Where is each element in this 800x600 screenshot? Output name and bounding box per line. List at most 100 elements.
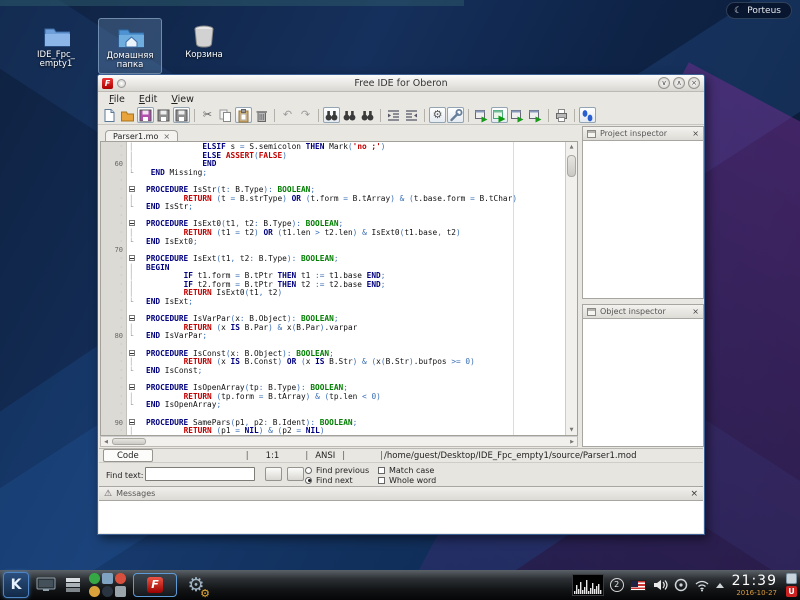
undo-button[interactable]: ↶ bbox=[279, 107, 296, 123]
fold-marker[interactable] bbox=[127, 384, 142, 393]
vertical-scroll-thumb[interactable] bbox=[567, 155, 576, 177]
trace-button-icon bbox=[580, 108, 595, 123]
find-text-input[interactable] bbox=[145, 467, 255, 481]
scroll-down-arrow-icon[interactable]: ▼ bbox=[566, 425, 577, 435]
print-button[interactable] bbox=[553, 107, 570, 123]
find-button-2[interactable] bbox=[287, 467, 304, 481]
find-next-option[interactable]: Find next bbox=[305, 475, 369, 485]
launcher-photo-icon[interactable] bbox=[115, 586, 126, 597]
system-tools-icon[interactable]: ⚙⚙ bbox=[183, 572, 209, 598]
editor-horizontal-scrollbar[interactable]: ◀ ▶ bbox=[100, 436, 578, 447]
system-monitor-graph[interactable] bbox=[572, 574, 604, 596]
step-button[interactable] bbox=[527, 107, 544, 123]
launcher-browser-icon[interactable] bbox=[115, 573, 126, 584]
save-as-button[interactable] bbox=[173, 107, 190, 123]
find-button-1[interactable] bbox=[265, 467, 282, 481]
fold-marker[interactable] bbox=[127, 419, 142, 428]
project-inspector-close-icon[interactable]: × bbox=[692, 129, 699, 138]
workspace-pager-icon[interactable]: 2 bbox=[610, 578, 624, 592]
line-number: · bbox=[101, 427, 127, 436]
desktop-icon-trash[interactable]: Корзина bbox=[172, 18, 236, 74]
tab-close-icon[interactable]: × bbox=[163, 132, 170, 141]
find-next-radio[interactable] bbox=[305, 477, 312, 484]
scroll-up-arrow-icon[interactable]: ▲ bbox=[566, 142, 577, 152]
usb-device-icon[interactable] bbox=[674, 578, 688, 592]
launcher-phone-icon[interactable] bbox=[89, 573, 100, 584]
tools-button[interactable] bbox=[447, 107, 464, 123]
tray-mini-bottom-icon[interactable]: U bbox=[786, 586, 797, 597]
fold-marker[interactable] bbox=[127, 350, 142, 359]
find-button[interactable] bbox=[323, 107, 340, 123]
indent-button[interactable] bbox=[385, 107, 402, 123]
messages-close-icon[interactable]: × bbox=[690, 489, 698, 499]
match-case-checkbox[interactable] bbox=[378, 467, 385, 474]
tray-expand-arrow-icon[interactable] bbox=[716, 583, 724, 588]
new-file-button[interactable] bbox=[101, 107, 118, 123]
line-number: · bbox=[101, 177, 127, 186]
launcher-disc-icon[interactable] bbox=[89, 586, 100, 597]
run-button[interactable] bbox=[509, 107, 526, 123]
compile-button[interactable] bbox=[473, 107, 490, 123]
kmenu-button[interactable]: K bbox=[3, 572, 29, 598]
trace-button[interactable] bbox=[579, 107, 596, 123]
editor-vertical-scrollbar[interactable]: ▲ ▼ bbox=[565, 142, 577, 435]
status-separator: | bbox=[380, 451, 383, 461]
unindent-button[interactable] bbox=[403, 107, 420, 123]
save-all-button[interactable] bbox=[155, 107, 172, 123]
fold-marker[interactable] bbox=[127, 220, 142, 229]
object-inspector-body[interactable] bbox=[582, 319, 704, 447]
paste-button[interactable] bbox=[235, 107, 252, 123]
save-button[interactable] bbox=[137, 107, 154, 123]
project-inspector-header[interactable]: Project inspector × bbox=[582, 126, 704, 141]
horizontal-scroll-thumb[interactable] bbox=[112, 438, 146, 445]
options-button[interactable]: ⚙ bbox=[429, 107, 446, 123]
fold-marker[interactable] bbox=[127, 255, 142, 264]
desktop-icon-home-folder[interactable]: Домашняяпапка bbox=[98, 18, 162, 74]
redo-button[interactable]: ↷ bbox=[297, 107, 314, 123]
find-previous-option[interactable]: Find previous bbox=[305, 465, 369, 475]
window-titlebar[interactable]: F Free IDE for Oberon ∨∧× bbox=[98, 75, 704, 92]
menu-edit[interactable]: Edit bbox=[132, 94, 164, 105]
keyboard-layout-flag-icon[interactable] bbox=[630, 580, 646, 591]
whole-word-option[interactable]: Whole word bbox=[378, 475, 436, 485]
find-next-label: Find next bbox=[316, 476, 353, 485]
maximize-button[interactable]: ∧ bbox=[673, 77, 685, 89]
object-inspector-header[interactable]: Object inspector × bbox=[582, 304, 704, 319]
cut-button[interactable]: ✂ bbox=[199, 107, 216, 123]
desktop-icons: IDE_Fpc_empty1ДомашняяпапкаКорзина bbox=[24, 18, 236, 74]
find-previous-button[interactable] bbox=[359, 107, 376, 123]
launcher-media-icon[interactable] bbox=[102, 573, 113, 584]
scroll-left-arrow-icon[interactable]: ◀ bbox=[101, 437, 111, 446]
desktop-icon-folder-ide-fpc-empty1[interactable]: IDE_Fpc_empty1 bbox=[24, 18, 88, 74]
match-case-option[interactable]: Match case bbox=[378, 465, 436, 475]
cut-button-icon: ✂ bbox=[203, 108, 212, 122]
find-previous-radio[interactable] bbox=[305, 467, 312, 474]
status-mode-tab[interactable]: Code bbox=[103, 449, 153, 462]
messages-header[interactable]: ⚠ Messages × bbox=[99, 486, 703, 501]
task-button-free-ide[interactable]: F bbox=[133, 573, 177, 597]
build-button[interactable] bbox=[491, 107, 508, 123]
find-next-button[interactable] bbox=[341, 107, 358, 123]
open-file-button[interactable] bbox=[119, 107, 136, 123]
taskbar-clock[interactable]: 21:39 2016-10-27 bbox=[732, 574, 777, 597]
minimize-button[interactable]: ∨ bbox=[658, 77, 670, 89]
copy-button[interactable] bbox=[217, 107, 234, 123]
volume-icon[interactable] bbox=[652, 578, 668, 592]
fold-marker[interactable] bbox=[127, 186, 142, 195]
whole-word-checkbox[interactable] bbox=[378, 477, 385, 484]
project-inspector-body[interactable] bbox=[582, 141, 704, 299]
menu-file[interactable]: File bbox=[102, 94, 132, 105]
toolbar-separator bbox=[468, 109, 469, 122]
scroll-right-arrow-icon[interactable]: ▶ bbox=[567, 437, 577, 446]
tray-mini-top-icon[interactable] bbox=[786, 573, 797, 584]
menu-view[interactable]: View bbox=[164, 94, 201, 105]
delete-button[interactable] bbox=[253, 107, 270, 123]
wifi-icon[interactable] bbox=[694, 579, 710, 592]
object-inspector-close-icon[interactable]: × bbox=[692, 307, 699, 316]
window-list-icon[interactable] bbox=[63, 576, 83, 594]
fold-marker[interactable] bbox=[127, 315, 142, 324]
launcher-sphere-icon[interactable] bbox=[102, 586, 113, 597]
show-desktop-icon[interactable] bbox=[35, 576, 57, 594]
close-button[interactable]: × bbox=[688, 77, 700, 89]
code-editor[interactable]: ·│ ELSIF s = S.semicolon THEN Mark('no ;… bbox=[100, 141, 578, 436]
